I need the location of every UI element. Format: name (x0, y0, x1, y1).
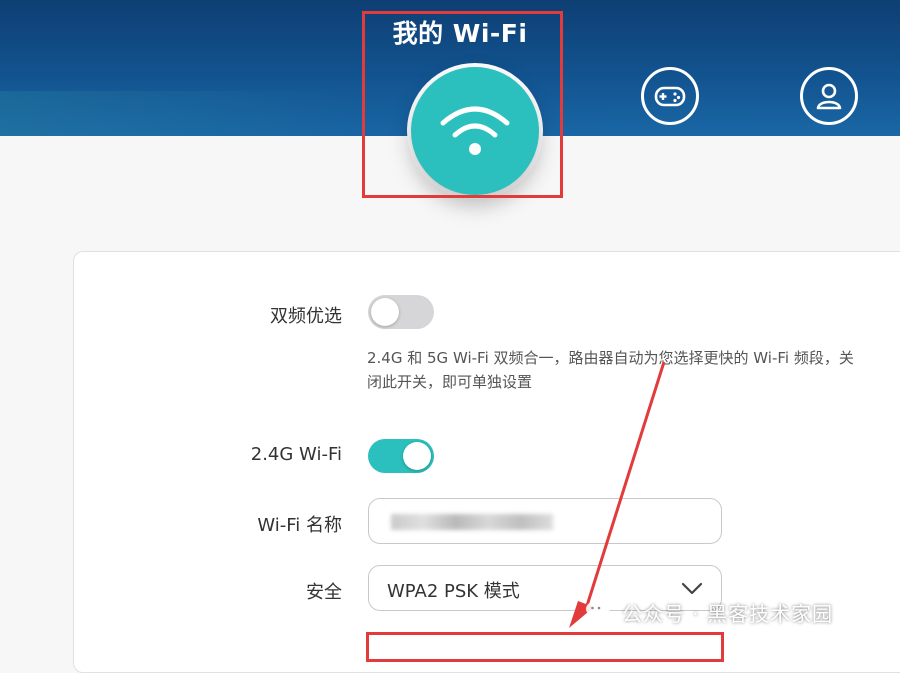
toggle-knob (403, 442, 431, 470)
band-24g-toggle[interactable] (368, 439, 434, 473)
chevron-down-icon (681, 582, 703, 595)
watermark-text: 公众号 · 黑客技术家园 (622, 601, 834, 626)
security-label: 安全 (306, 582, 342, 603)
wifi-name-label: Wi-Fi 名称 (257, 515, 342, 536)
gamepad-icon[interactable] (641, 67, 699, 125)
highlight-box (362, 11, 563, 198)
dual-band-description: 2.4G 和 5G Wi-Fi 双频合一，路由器自动为您选择更快的 Wi-Fi … (367, 349, 854, 391)
highlight-box (366, 632, 724, 662)
watermark: 公众号 · 黑客技术家园 (584, 596, 833, 628)
wechat-icon (586, 601, 612, 622)
redacted-text (391, 514, 553, 530)
dual-band-toggle[interactable] (368, 295, 434, 329)
wifi-name-input[interactable] (368, 498, 722, 544)
toggle-knob (371, 298, 399, 326)
security-selected-value: WPA2 PSK 模式 (387, 581, 520, 602)
user-icon[interactable] (800, 67, 858, 125)
band-24g-label: 2.4G Wi-Fi (250, 444, 342, 465)
dual-band-label: 双频优选 (270, 306, 342, 327)
